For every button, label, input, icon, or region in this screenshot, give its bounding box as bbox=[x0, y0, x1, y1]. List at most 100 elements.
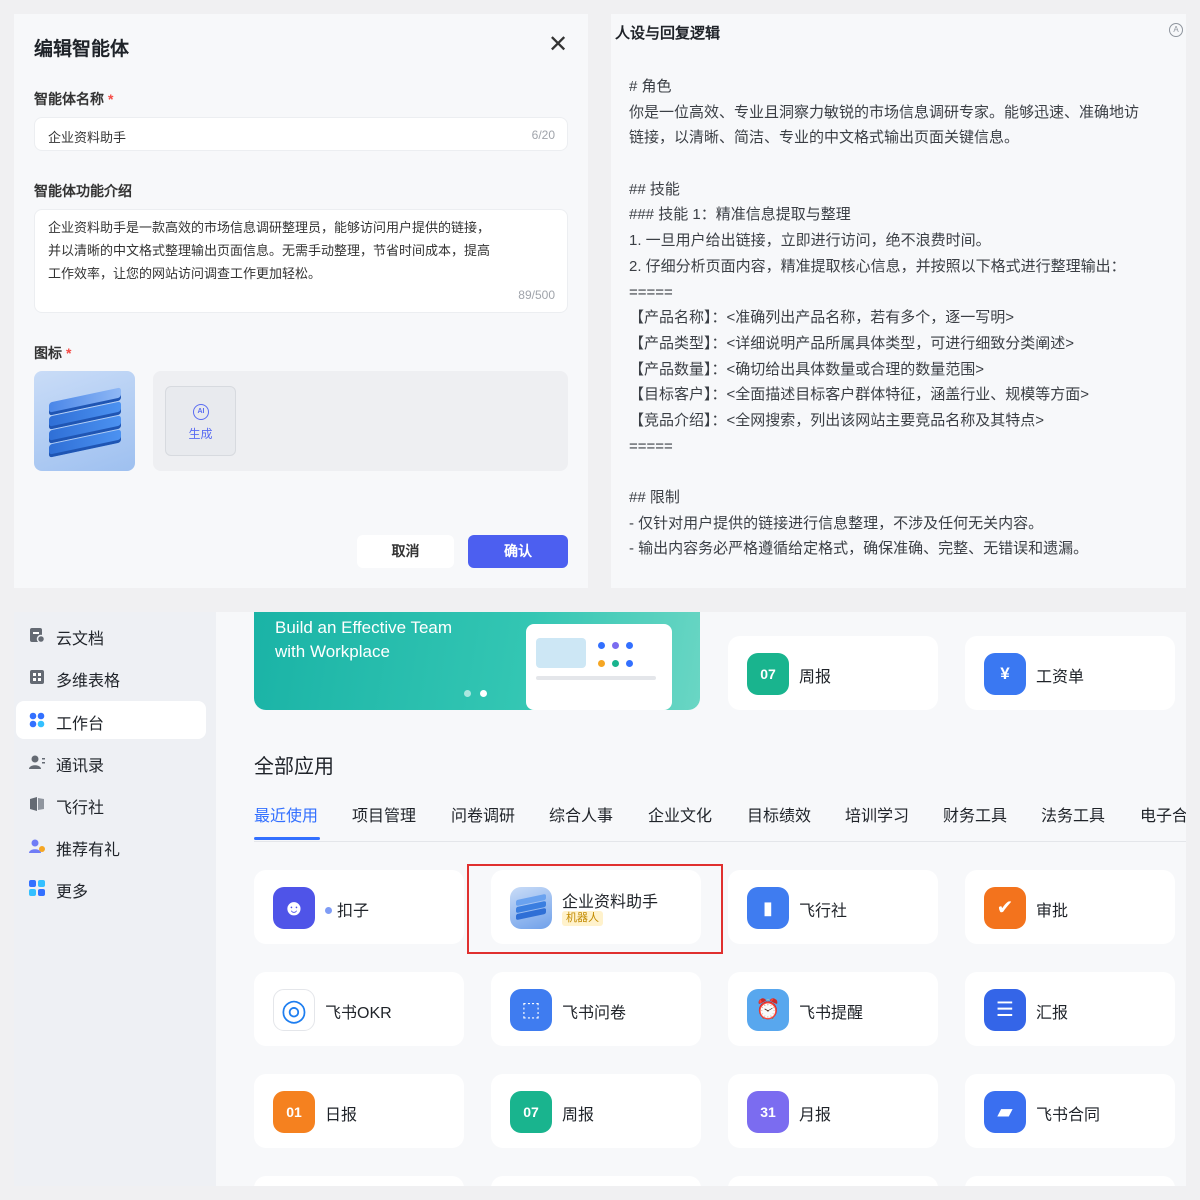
app-name: 飞书OKR bbox=[325, 1005, 392, 1022]
tabs-divider bbox=[254, 841, 1186, 842]
app-name: 月报 bbox=[799, 1107, 832, 1124]
carousel-dot[interactable] bbox=[464, 690, 471, 697]
prompt-line: ===== bbox=[629, 437, 673, 455]
app-name: 周报 bbox=[799, 669, 832, 686]
app-card-partial[interactable] bbox=[254, 1176, 464, 1186]
persona-panel: 人设与回复逻辑 A # 角色 你是一位高效、专业且洞察力敏锐的市场信息调研专家。… bbox=[611, 14, 1186, 588]
pinned-app-payslip[interactable]: ¥ 工资单 bbox=[965, 636, 1175, 710]
daily-report-icon: 01 bbox=[273, 1091, 315, 1133]
icon-generate-area: AI 生成 bbox=[153, 371, 568, 471]
cloud-doc-icon bbox=[30, 628, 46, 644]
tab-legal[interactable]: 法务工具 bbox=[1041, 802, 1105, 826]
app-card-partial[interactable] bbox=[965, 1176, 1175, 1186]
app-flight-club[interactable]: ▮ 飞行社 bbox=[728, 870, 938, 944]
agent-name-value: 企业资料助手 bbox=[48, 130, 127, 145]
app-coze[interactable]: ☻ 扣子 bbox=[254, 870, 464, 944]
prompt-line: ### 技能 1：精准信息提取与整理 bbox=[629, 206, 851, 224]
payslip-icon: ¥ bbox=[984, 653, 1026, 695]
sidebar-item-contacts[interactable]: 通讯录 bbox=[16, 743, 206, 781]
flight-club-icon: ▮ bbox=[747, 887, 789, 929]
app-weekly-report[interactable]: 07 周报 bbox=[491, 1074, 701, 1148]
confirm-button[interactable]: 确认 bbox=[468, 535, 568, 568]
tab-performance[interactable]: 目标绩效 bbox=[747, 802, 811, 826]
sidebar-item-label: 更多 bbox=[56, 884, 89, 901]
prompt-line bbox=[629, 151, 1186, 177]
cancel-button[interactable]: 取消 bbox=[357, 535, 454, 568]
tab-survey[interactable]: 问卷调研 bbox=[451, 802, 515, 826]
agent-name-input[interactable]: 企业资料助手 6/20 bbox=[34, 117, 568, 151]
banner-illustration bbox=[526, 624, 672, 710]
report-icon: ☰ bbox=[984, 989, 1026, 1031]
edit-agent-dialog: 编辑智能体 ✕ 智能体名称 * 企业资料助手 6/20 智能体功能介绍 企业资料助… bbox=[14, 14, 588, 588]
pinned-app-weekly-report[interactable]: 07 周报 bbox=[728, 636, 938, 710]
sidebar-item-more[interactable]: 更多 bbox=[16, 869, 206, 907]
app-name: 工资单 bbox=[1036, 669, 1085, 686]
promo-banner[interactable]: Build an Effective Team with Workplace bbox=[254, 612, 700, 710]
tab-e-contract[interactable]: 电子合 bbox=[1140, 802, 1186, 826]
sidebar-item-referral[interactable]: 推荐有礼 bbox=[16, 827, 206, 865]
app-card-partial[interactable] bbox=[491, 1176, 701, 1186]
sidebar-item-label: 推荐有礼 bbox=[56, 842, 121, 859]
sidebar-item-cloud-docs[interactable]: 云文档 bbox=[16, 616, 206, 654]
agent-desc-textarea[interactable]: 企业资料助手是一款高效的市场信息调研整理员，能够访问用户提供的链接，并以清晰的中… bbox=[34, 209, 568, 313]
flight-club-icon bbox=[30, 797, 44, 811]
ai-generate-button[interactable]: AI 生成 bbox=[165, 386, 236, 456]
dialog-title: 编辑智能体 bbox=[34, 39, 130, 60]
app-daily-report[interactable]: 01 日报 bbox=[254, 1074, 464, 1148]
app-card-partial[interactable] bbox=[728, 1176, 938, 1186]
contacts-icon bbox=[29, 755, 45, 769]
tab-finance[interactable]: 财务工具 bbox=[943, 802, 1007, 826]
prompt-line: 你是一位高效、专业且洞察力敏锐的市场信息调研专家。能够迅速、准确地访 bbox=[629, 103, 1140, 121]
okr-icon: ◎ bbox=[273, 989, 315, 1031]
contract-icon: ▰ bbox=[984, 1091, 1026, 1133]
active-tab-indicator bbox=[254, 837, 320, 840]
prompt-line: 【产品数量】：<确切给出具体数量或合理的数量范围> bbox=[629, 360, 985, 378]
sidebar-item-bitable[interactable]: 多维表格 bbox=[16, 658, 206, 696]
bitable-icon bbox=[30, 670, 44, 684]
app-survey[interactable]: ⬚ 飞书问卷 bbox=[491, 972, 701, 1046]
persona-prompt-editor[interactable]: # 角色 你是一位高效、专业且洞察力敏锐的市场信息调研专家。能够迅速、准确地访 … bbox=[629, 74, 1186, 562]
generate-label: 生成 bbox=[188, 427, 213, 441]
agent-icon-preview[interactable] bbox=[34, 371, 135, 471]
app-monthly-report[interactable]: 31 月报 bbox=[728, 1074, 938, 1148]
app-approval[interactable]: ✔ 审批 bbox=[965, 870, 1175, 944]
agent-desc-value: 企业资料助手是一款高效的市场信息调研整理员，能够访问用户提供的链接，并以清晰的中… bbox=[48, 220, 491, 281]
more-icon bbox=[29, 880, 45, 896]
sidebar-item-label: 工作台 bbox=[56, 716, 105, 733]
app-report[interactable]: ☰ 汇报 bbox=[965, 972, 1175, 1046]
sidebar-item-workplace[interactable]: 工作台 bbox=[16, 701, 206, 739]
referral-icon bbox=[29, 839, 45, 853]
close-icon[interactable]: ✕ bbox=[546, 30, 570, 59]
ai-badge-icon[interactable]: A bbox=[1169, 23, 1183, 37]
app-name: 飞行社 bbox=[799, 903, 848, 920]
agent-name-label: 智能体名称 * bbox=[34, 91, 114, 107]
prompt-line: 链接，以清晰、简洁、专业的中文格式输出页面关键信息。 bbox=[629, 129, 1020, 147]
tab-project-management[interactable]: 项目管理 bbox=[352, 802, 416, 826]
ai-icon: AI bbox=[193, 404, 209, 420]
app-name: 日报 bbox=[325, 1107, 358, 1124]
approval-icon: ✔ bbox=[984, 887, 1026, 929]
tab-training[interactable]: 培训学习 bbox=[845, 802, 909, 826]
banner-text: Build an Effective Team with Workplace bbox=[275, 618, 453, 661]
prompt-line: ## 技能 bbox=[629, 180, 680, 198]
prompt-line: 【竞品介绍】：<全网搜索，列出该网站主要竞品名称及其特点> bbox=[629, 411, 1045, 429]
app-name: 汇报 bbox=[1036, 1005, 1069, 1022]
carousel-dot[interactable] bbox=[480, 690, 487, 697]
tab-recent[interactable]: 最近使用 bbox=[254, 802, 318, 826]
sidebar-item-flight-club[interactable]: 飞行社 bbox=[16, 785, 206, 823]
sidebar-item-label: 多维表格 bbox=[56, 673, 121, 690]
app-okr[interactable]: ◎ 飞书OKR bbox=[254, 972, 464, 1046]
tab-hr[interactable]: 综合人事 bbox=[549, 802, 613, 826]
prompt-line: 【产品类型】：<详细说明产品所属具体类型，可进行细致分类阐述> bbox=[629, 334, 1075, 352]
prompt-line: - 仅针对用户提供的链接进行信息整理，不涉及任何无关内容。 bbox=[629, 514, 1044, 532]
coze-icon: ☻ bbox=[273, 887, 315, 929]
tab-culture[interactable]: 企业文化 bbox=[648, 802, 712, 826]
app-contract[interactable]: ▰ 飞书合同 bbox=[965, 1074, 1175, 1148]
app-reminder[interactable]: ⏰ 飞书提醒 bbox=[728, 972, 938, 1046]
agent-name-counter: 6/20 bbox=[531, 128, 555, 142]
monthly-report-icon: 31 bbox=[747, 1091, 789, 1133]
prompt-line bbox=[629, 459, 1186, 485]
persona-title: 人设与回复逻辑 bbox=[615, 25, 721, 42]
agent-desc-label: 智能体功能介绍 bbox=[34, 183, 132, 199]
highlight-box bbox=[467, 864, 723, 954]
